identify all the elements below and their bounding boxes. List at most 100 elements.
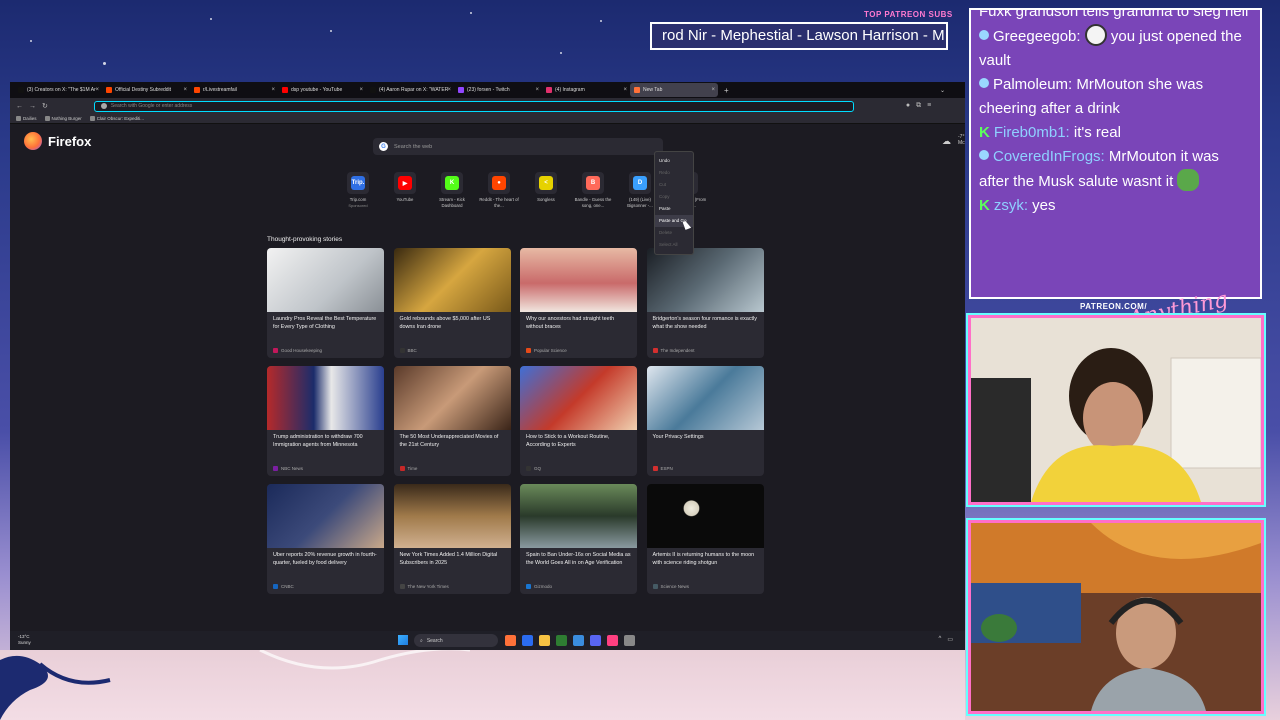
tray-chevron-icon[interactable]: ^ xyxy=(939,636,942,643)
shortcut-tile[interactable]: Trip. Trip.com Sponsored xyxy=(337,172,379,208)
taskbar-app-icon[interactable] xyxy=(505,635,516,646)
source-logo-icon xyxy=(273,584,278,589)
shortcut-tile[interactable]: ● Reddit - The heart of the... xyxy=(478,172,520,208)
taskbar-app-icon[interactable] xyxy=(624,635,635,646)
bookmark-label: Dailies xyxy=(23,116,37,121)
firefox-window: (3) Creators on X: "The $1M Ar × Official … xyxy=(10,82,965,650)
reload-icon[interactable]: ↻ xyxy=(42,102,48,110)
tab-favicon-icon xyxy=(370,87,376,93)
shortcut-icon-frame: ▶ xyxy=(394,172,416,194)
chat-username[interactable]: Fireb0mb1: xyxy=(994,124,1070,141)
extensions-icon[interactable]: ⧉ xyxy=(916,102,921,110)
bookmark-item[interactable]: Clair Obscur: Expediti... xyxy=(89,116,144,121)
browser-tab[interactable]: (4) Instagram × xyxy=(542,83,630,97)
taskbar-app-icon[interactable] xyxy=(607,635,618,646)
browser-tab[interactable]: New Tab × xyxy=(630,83,718,97)
browser-tab[interactable]: (23) forsen - Twitch × xyxy=(454,83,542,97)
taskbar-app-icon[interactable] xyxy=(556,635,567,646)
taskbar-app-icon[interactable] xyxy=(522,635,533,646)
chat-text: Fuxk grandson tells grandma to sieg heil xyxy=(979,8,1249,20)
browser-tab[interactable]: (3) Creators on X: "The $1M Ar × xyxy=(14,83,102,97)
forward-arrow-icon[interactable]: → xyxy=(29,103,36,110)
back-arrow-icon[interactable]: ← xyxy=(16,103,23,110)
story-thumbnail xyxy=(393,366,511,430)
story-card[interactable]: Artemis II is returning humans to the mo… xyxy=(646,484,764,594)
new-tab-button[interactable]: + xyxy=(718,86,735,95)
tab-list-chevron-icon[interactable]: ⌄ xyxy=(940,87,945,94)
shortcut-tile[interactable]: < Songless xyxy=(525,172,567,208)
bookmark-item[interactable]: Dailies xyxy=(16,116,37,121)
story-card[interactable]: Trump administration to withdraw 700 Imm… xyxy=(267,366,384,476)
source-logo-icon xyxy=(652,348,658,353)
context-menu-item[interactable]: Undo xyxy=(655,155,693,167)
search-engine-icon[interactable] xyxy=(100,103,107,109)
shortcut-tile[interactable]: B Bandle - Guess the song, one... xyxy=(572,172,614,208)
story-card[interactable]: Spain to Ban Under-16s on Social Media a… xyxy=(520,484,637,594)
chat-username[interactable]: CoveredInFrogs: xyxy=(993,148,1105,165)
shortcut-icon-frame: B xyxy=(582,172,604,194)
browser-tab[interactable]: dsp youtube - YouTube × xyxy=(278,83,366,97)
context-menu-item[interactable]: Cut xyxy=(655,179,693,191)
shortcut-tile[interactable]: ▶ YouTube xyxy=(384,172,426,208)
context-menu-item[interactable]: Select All xyxy=(655,239,693,251)
chat-username[interactable]: Palmoleum: xyxy=(993,76,1072,93)
story-source: NBC News xyxy=(273,466,303,471)
taskbar-app-icon[interactable] xyxy=(573,635,584,646)
tab-close-icon[interactable]: × xyxy=(623,87,627,93)
tab-close-icon[interactable]: × xyxy=(271,87,275,93)
story-source: GQ xyxy=(526,466,541,471)
shortcut-icon-frame: K xyxy=(441,172,463,194)
tab-close-icon[interactable]: × xyxy=(183,87,187,93)
story-title: Laundry Pros Reveal the Best Temperature… xyxy=(273,316,377,330)
story-card[interactable]: Gold rebounds above $5,000 after US down… xyxy=(393,248,511,358)
story-title: Your Privacy Settings xyxy=(652,434,704,440)
context-menu-item[interactable]: Paste xyxy=(655,203,693,215)
story-card[interactable]: Laundry Pros Reveal the Best Temperature… xyxy=(267,248,384,358)
story-source: Popular Science xyxy=(526,348,567,353)
search-input[interactable]: G Search the web xyxy=(373,138,663,155)
tab-close-icon[interactable]: × xyxy=(711,87,715,93)
taskbar-weather[interactable]: -13°C Sunny xyxy=(18,634,31,645)
webcam-streamer-image xyxy=(971,318,1261,502)
profile-icon[interactable]: ● xyxy=(906,102,910,110)
browser-tab[interactable]: Official Destiny Subreddit × xyxy=(102,83,190,97)
windows-start-icon[interactable] xyxy=(398,635,408,645)
url-bar[interactable]: Search with Google or enter address xyxy=(93,100,854,112)
taskbar-app-icon[interactable] xyxy=(590,635,601,646)
chat-username[interactable]: zsyk: xyxy=(994,197,1028,214)
story-card[interactable]: New York Times Added 1.4 Million Digital… xyxy=(393,484,511,594)
chat-username[interactable]: Greegeegob: xyxy=(993,28,1081,45)
story-card[interactable]: How to Stick to a Workout Routine, Accor… xyxy=(520,366,637,476)
browser-tab[interactable]: (4) Aaron Rupar on X: "WATER × xyxy=(366,83,454,97)
browser-tab[interactable]: r/Livestreamfail × xyxy=(190,83,278,97)
search-placeholder: Search the web xyxy=(394,143,433,150)
webcam-guest xyxy=(968,520,1264,714)
bookmark-item[interactable]: Nothing Burger xyxy=(44,116,82,121)
shortcut-tile[interactable]: K Stream - Kick Dashboard xyxy=(431,172,473,208)
tab-close-icon[interactable]: × xyxy=(535,87,539,93)
context-menu-item[interactable]: Copy xyxy=(655,191,693,203)
story-card[interactable]: The 50 Most Underappreciated Movies of t… xyxy=(393,366,511,476)
story-title: Bridgerton's season four romance is exac… xyxy=(652,316,757,330)
story-card[interactable]: Your Privacy Settings ESPN xyxy=(646,366,764,476)
story-thumbnail xyxy=(646,248,764,312)
tab-favicon-icon xyxy=(546,87,552,93)
tab-close-icon[interactable]: × xyxy=(95,87,99,93)
bookmarks-toolbar: Dailies Nothing Burger Clair Obscur: Exped… xyxy=(10,114,965,124)
tab-close-icon[interactable]: × xyxy=(447,87,451,93)
platform-badge-icon xyxy=(979,150,989,160)
taskbar-search[interactable]: ⌕ Search xyxy=(414,634,498,647)
menu-icon[interactable]: ≡ xyxy=(927,102,931,110)
background-decoration xyxy=(0,650,965,720)
tray-network-icon[interactable]: ▭ xyxy=(947,636,953,643)
story-card[interactable]: Uber reports 20% revenue growth in fourt… xyxy=(267,484,384,594)
story-card[interactable]: Why our ancestors had straight teeth wit… xyxy=(520,248,637,358)
taskbar-app-icon[interactable] xyxy=(539,635,550,646)
story-source: The Independent xyxy=(652,348,695,353)
source-logo-icon xyxy=(399,348,405,353)
shortcut-site-icon: ● xyxy=(492,176,506,190)
tab-close-icon[interactable]: × xyxy=(359,87,363,93)
context-menu-item[interactable]: Redo xyxy=(655,167,693,179)
story-card[interactable]: Bridgerton's season four romance is exac… xyxy=(646,248,764,358)
tab-favicon-icon xyxy=(458,87,464,93)
